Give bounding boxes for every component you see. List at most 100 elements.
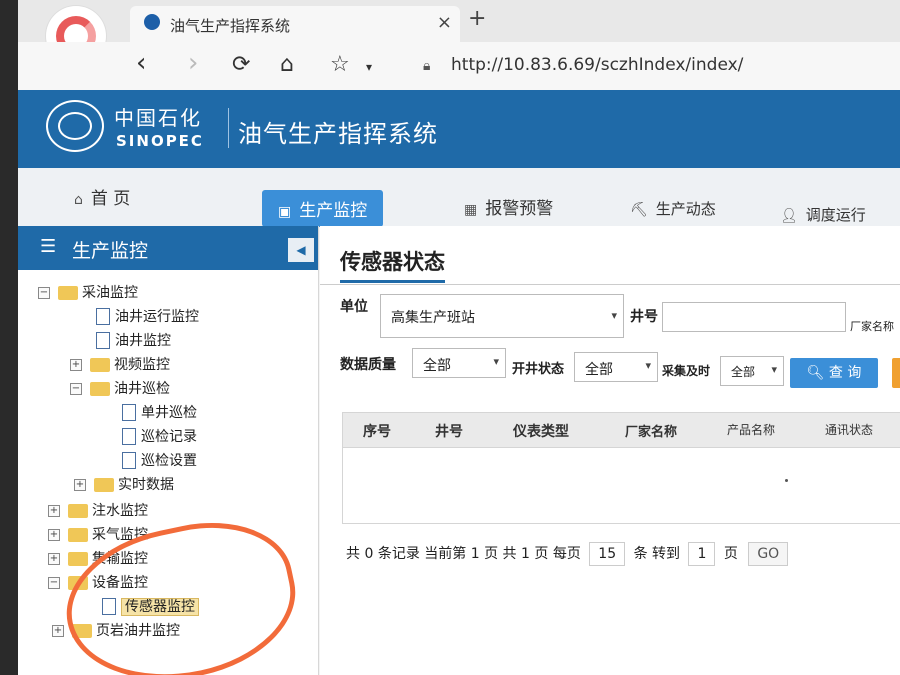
timely-select[interactable]: 全部 ▾ [720, 356, 784, 386]
app-header: 中国石化 SINOPEC 油气生产指挥系统 [18, 90, 900, 168]
open-status-select[interactable]: 全部 ▾ [574, 352, 658, 382]
page-icon [122, 404, 136, 421]
refresh-icon[interactable]: ⟳ [232, 52, 250, 77]
expand-toggle-icon[interactable]: + [74, 478, 86, 491]
tree-folder-inspection[interactable]: − 油井巡检 [70, 378, 170, 398]
well-label: 井号 [630, 309, 658, 325]
browser-tab[interactable]: 油气生产指挥系统 × [130, 6, 460, 42]
globe-icon [144, 14, 160, 30]
folder-icon [68, 527, 88, 542]
user-icon: 👤︎ [780, 208, 798, 224]
browser-toolbar: ‹ › ⟳ ⌂ ☆ ▾ 🔒︎ http://10.83.6.69/sczhInd… [18, 42, 900, 91]
pager: 共 0 条记录 当前第 1 页 共 1 页 每页 15 条 转到 1 页 GO [346, 542, 789, 566]
folder-icon [68, 551, 88, 566]
tree-folder-water-injection[interactable]: + 注水监控 [48, 500, 148, 520]
tab-close-icon[interactable]: × [437, 12, 452, 33]
nav-dispatch[interactable]: 👤︎ 调度运行 [780, 204, 866, 225]
address-bar[interactable]: 🔒︎ http://10.83.6.69/sczhIndex/index/ [423, 52, 883, 82]
alarm-icon: ▦ [464, 202, 478, 218]
tab-title: 油气生产指挥系统 [170, 17, 291, 35]
brand-cn: 中国石化 [114, 106, 202, 130]
tree-folder-oil-production[interactable]: − 采油监控 [38, 282, 138, 302]
star-icon[interactable]: ☆ [330, 52, 350, 77]
table-header: 序号 井号 仪表类型 厂家名称 产品名称 通讯状态 [343, 413, 900, 448]
nav-home[interactable]: ⌂ 首 页 [74, 184, 130, 209]
col-index: 序号 [363, 424, 391, 440]
col-product: 产品名称 [727, 423, 776, 437]
list-icon: ☰ [40, 236, 57, 257]
go-button[interactable]: GO [748, 542, 789, 566]
tree-item-inspection-records[interactable]: 巡检记录 [122, 426, 197, 446]
quality-select[interactable]: 全部 ▾ [412, 348, 506, 378]
drill-icon: ⛏ [630, 202, 648, 218]
lock-icon: 🔒︎ [423, 58, 431, 74]
tree-folder-video[interactable]: + 视频监控 [70, 354, 170, 374]
chevron-down-icon: ▾ [493, 355, 499, 368]
collapse-toggle-icon[interactable]: − [38, 286, 50, 299]
folder-icon [58, 285, 78, 300]
system-title: 油气生产指挥系统 [238, 120, 438, 148]
forward-icon[interactable]: › [188, 48, 198, 78]
expand-toggle-icon[interactable]: + [48, 528, 60, 541]
chevron-down-icon: ▾ [771, 363, 777, 376]
dropdown-icon[interactable]: ▾ [366, 60, 372, 74]
monitor-screen: 油气生产指挥系统 × + ‹ › ⟳ ⌂ ☆ ▾ 🔒︎ http://10.83… [18, 0, 900, 675]
page-title: 传感器状态 [340, 246, 445, 283]
browser-tab-bar: 油气生产指挥系统 × + [18, 0, 900, 66]
title-divider [320, 284, 900, 285]
unit-label: 单位 [340, 299, 368, 315]
export-button[interactable] [892, 358, 900, 388]
sidebar-header: ☰ 生产监控 ◀ [18, 226, 318, 270]
new-tab-button[interactable]: + [468, 6, 486, 31]
home-browser-icon[interactable]: ⌂ [280, 52, 294, 77]
unit-select[interactable]: 高集生产班站 ▾ [380, 294, 624, 338]
well-input[interactable] [662, 302, 846, 332]
back-icon[interactable]: ‹ [136, 48, 146, 78]
tree-item-inspection-settings[interactable]: 巡检设置 [122, 450, 197, 470]
brand-divider [228, 108, 229, 148]
tree-folder-realtime-data[interactable]: + 实时数据 [74, 474, 174, 494]
collapse-toggle-icon[interactable]: − [70, 382, 82, 395]
open-status-label: 开井状态 [512, 362, 565, 377]
nav-alarm[interactable]: ▦ 报警预警 [464, 194, 553, 219]
nav-production-dynamics[interactable]: ⛏ 生产动态 [630, 198, 716, 219]
folder-icon [94, 477, 114, 492]
home-icon: ⌂ [74, 192, 83, 208]
total-pages: 1 [521, 546, 530, 562]
expand-toggle-icon[interactable]: + [52, 624, 64, 637]
brand-en: SINOPEC [116, 132, 204, 150]
expand-toggle-icon[interactable]: + [48, 552, 60, 565]
quality-label: 数据质量 [340, 357, 396, 373]
page-icon [122, 428, 136, 445]
nav-production-monitor[interactable]: ▣ 生产监控 [262, 190, 384, 227]
goto-page-input[interactable]: 1 [688, 542, 716, 566]
chevron-down-icon: ▾ [611, 309, 617, 322]
vendor-label: 厂家名称 [850, 320, 894, 333]
expand-toggle-icon[interactable]: + [70, 358, 82, 371]
folder-icon [68, 503, 88, 518]
expand-toggle-icon[interactable]: + [48, 504, 60, 517]
col-comm-status: 通讯状态 [825, 423, 874, 437]
quality-select-value: 全部 [423, 358, 451, 374]
tree-item-single-well-inspection[interactable]: 单井巡检 [122, 402, 197, 422]
chevron-down-icon: ▾ [645, 359, 651, 372]
tree-item-well-operation[interactable]: 油井运行监控 [96, 306, 199, 326]
query-button[interactable]: 🔍︎ 查 询 [790, 358, 878, 388]
col-instrument-type: 仪表类型 [513, 424, 569, 440]
sidebar-title: 生产监控 [72, 240, 149, 262]
tree-item-well-monitor[interactable]: 油井监控 [96, 330, 171, 350]
collapse-toggle-icon[interactable]: − [48, 576, 60, 589]
search-icon: 🔍︎ [806, 365, 825, 381]
page-icon [122, 452, 136, 469]
collapse-sidebar-button[interactable]: ◀ [288, 238, 314, 262]
timely-label: 采集及时 [662, 364, 711, 378]
sensor-table: 序号 井号 仪表类型 厂家名称 产品名称 通讯状态 [342, 412, 900, 524]
current-page: 1 [470, 546, 480, 562]
monitor-icon: ▣ [278, 204, 292, 220]
page-icon [96, 332, 110, 349]
per-page-input[interactable]: 15 [589, 542, 626, 566]
open-status-select-value: 全部 [585, 362, 613, 378]
timely-select-value: 全部 [731, 365, 756, 379]
sidebar: ☰ 生产监控 ◀ − 采油监控 油井运行监控 油井监控 + 视频监控 − 油井巡检 单… [18, 226, 319, 675]
sinopec-logo-icon [46, 100, 104, 152]
